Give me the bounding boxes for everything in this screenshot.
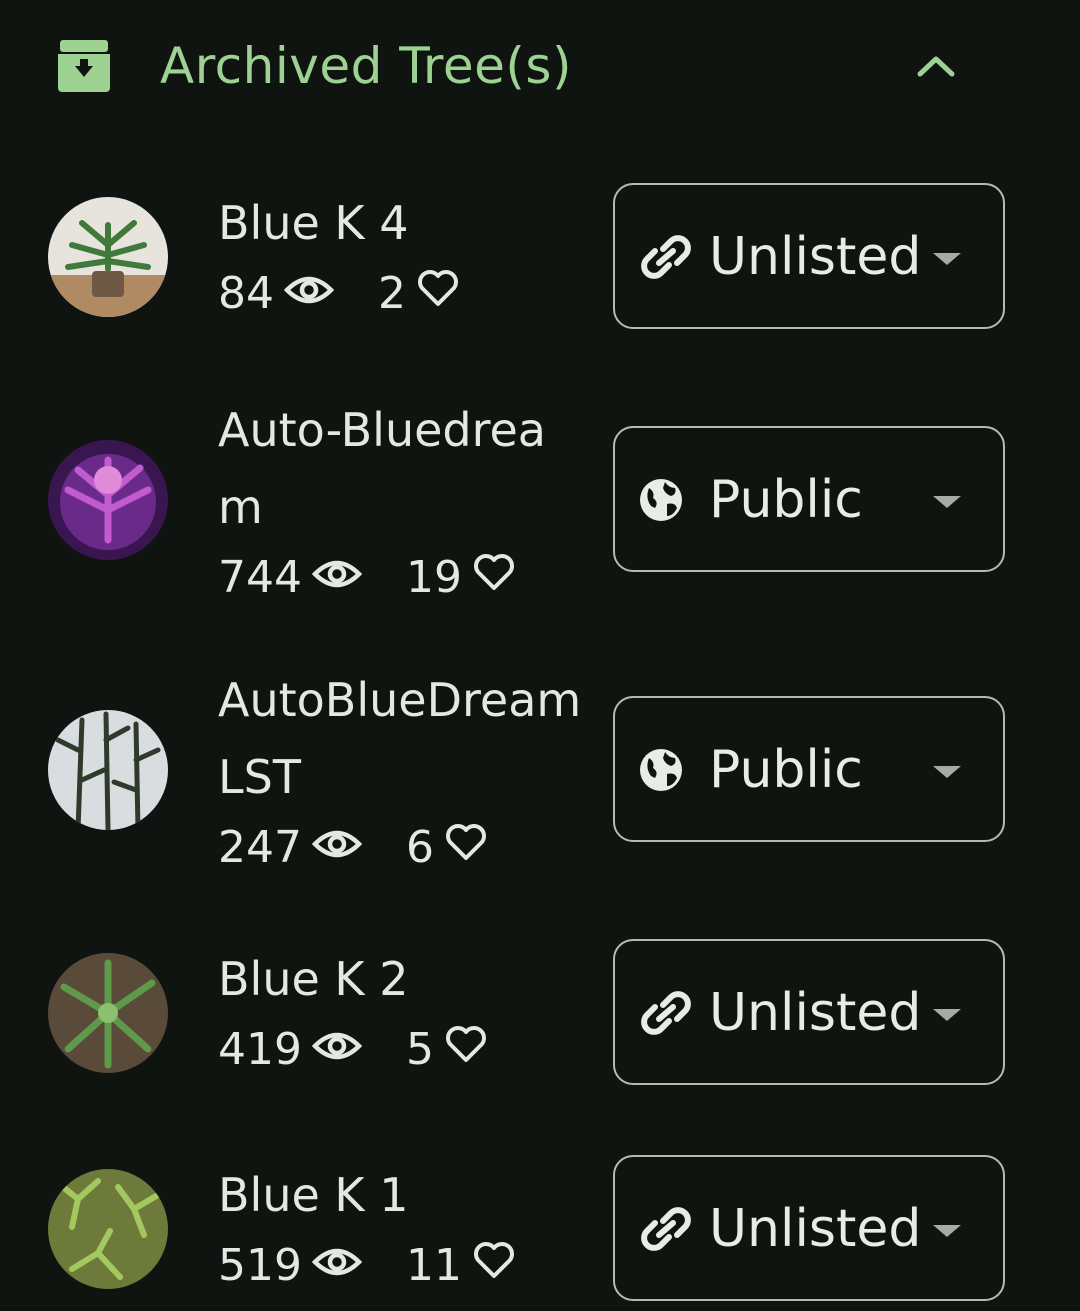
tree-name[interactable]: AutoBlueDream LST xyxy=(218,662,588,816)
caret-down-icon xyxy=(931,764,963,780)
visibility-label: Public xyxy=(709,470,863,530)
view-count: 247 xyxy=(218,822,302,873)
globe-icon xyxy=(639,746,693,794)
caret-down-icon xyxy=(931,494,963,510)
heart-icon[interactable] xyxy=(472,546,516,610)
like-count: 2 xyxy=(378,268,406,319)
tree-row[interactable]: Blue K 1 519 11 Unlisted xyxy=(0,1152,1080,1311)
like-count: 5 xyxy=(405,1024,434,1075)
link-icon xyxy=(639,233,693,281)
tree-name[interactable]: Blue K 1 xyxy=(218,1157,588,1234)
eye-icon xyxy=(283,262,335,326)
visibility-label: Public xyxy=(709,740,863,800)
view-count: 519 xyxy=(218,1240,302,1291)
eye-icon xyxy=(311,1234,363,1298)
tree-avatar[interactable] xyxy=(48,1169,168,1289)
visibility-select[interactable]: Public xyxy=(613,696,1005,842)
tree-avatar[interactable] xyxy=(48,197,168,317)
caret-down-icon xyxy=(931,1223,963,1239)
globe-icon xyxy=(639,476,693,524)
eye-icon xyxy=(311,816,363,880)
visibility-label: Unlisted xyxy=(709,1199,922,1259)
visibility-select[interactable]: Unlisted xyxy=(613,183,1005,329)
tree-avatar[interactable] xyxy=(48,440,168,560)
like-count: 19 xyxy=(405,552,462,603)
eye-icon xyxy=(311,1018,363,1082)
visibility-label: Unlisted xyxy=(709,983,922,1043)
tree-name[interactable]: Blue K 2 xyxy=(218,941,588,1018)
like-count: 6 xyxy=(405,822,434,873)
tree-row[interactable]: AutoBlueDream LST 247 6 Public xyxy=(0,662,1080,884)
heart-icon[interactable] xyxy=(416,262,460,326)
tree-row[interactable]: Blue K 4 84 2 Unlisted xyxy=(0,180,1080,350)
tree-row[interactable]: Blue K 2 419 5 Unlisted xyxy=(0,936,1080,1106)
heart-icon[interactable] xyxy=(472,1234,516,1298)
link-icon xyxy=(639,989,693,1037)
view-count: 419 xyxy=(218,1024,302,1075)
section-title: Archived Tree(s) xyxy=(160,37,572,95)
caret-down-icon xyxy=(931,1007,963,1023)
archived-trees-header[interactable]: Archived Tree(s) xyxy=(0,0,1080,132)
view-count: 84 xyxy=(218,268,274,319)
heart-icon[interactable] xyxy=(444,1018,488,1082)
heart-icon[interactable] xyxy=(444,816,488,880)
tree-avatar[interactable] xyxy=(48,710,168,830)
chevron-up-icon[interactable] xyxy=(908,40,964,92)
caret-down-icon xyxy=(931,251,963,267)
tree-avatar[interactable] xyxy=(48,953,168,1073)
tree-name[interactable]: Auto-Bluedream xyxy=(218,392,588,546)
visibility-label: Unlisted xyxy=(709,227,922,287)
visibility-select[interactable]: Unlisted xyxy=(613,939,1005,1085)
tree-row[interactable]: Auto-Bluedream 744 19 Public xyxy=(0,392,1080,614)
visibility-select[interactable]: Unlisted xyxy=(613,1155,1005,1301)
archive-box-icon xyxy=(56,38,112,94)
view-count: 744 xyxy=(218,552,302,603)
like-count: 11 xyxy=(405,1240,462,1291)
link-icon xyxy=(639,1205,693,1253)
visibility-select[interactable]: Public xyxy=(613,426,1005,572)
tree-name[interactable]: Blue K 4 xyxy=(218,185,588,262)
eye-icon xyxy=(311,546,363,610)
